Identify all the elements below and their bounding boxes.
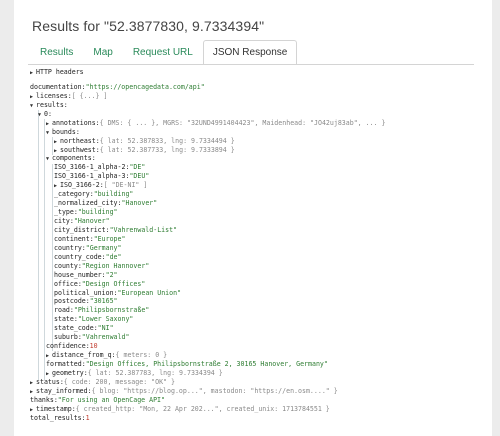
json-row-components[interactable]: ▼ components:: [30, 154, 488, 163]
json-row-component: office:"Design Offices": [54, 279, 146, 288]
json-row-result-0[interactable]: ▼ 0:: [30, 110, 488, 119]
tab-results[interactable]: Results: [30, 40, 83, 64]
json-row-component: ISO_3166-1_alpha-3:"DEU": [54, 172, 150, 181]
json-row-documentation: documentation:"https://opencagedata.com/…: [30, 82, 205, 91]
tab-request-url[interactable]: Request URL: [123, 40, 203, 64]
json-row-component: house_number:"2": [54, 270, 118, 279]
tab-json-response[interactable]: JSON Response: [202, 40, 298, 65]
json-row-component[interactable]: ▶ ISO_3166-2:[ "DE-NI" ]: [30, 181, 488, 190]
json-row-confidence: confidence:10: [46, 342, 98, 351]
json-row-southwest[interactable]: ▶ southwest:{ lat: 52.387733, lng: 9.7333…: [30, 146, 488, 155]
json-row-component: state:"Lower Saxony": [54, 315, 134, 324]
json-row-component: political_union:"European Union": [54, 288, 182, 297]
json-row-component: _normalized_city:"Hanover": [54, 199, 158, 208]
json-row-component: _type:"building": [54, 208, 118, 217]
json-row-geometry[interactable]: ▶ geometry:{ lat: 52.387783, lng: 9.73343…: [30, 369, 488, 378]
json-tree: ▶ HTTP headers documentation:"https://ope…: [30, 66, 488, 423]
json-row-component: ISO_3166-1_alpha-2:"DE": [54, 163, 146, 172]
json-row-component: country:"Germany": [54, 243, 122, 252]
json-row-component: road:"Philipsbornstraße": [54, 306, 150, 315]
json-row-component: state_code:"NI": [54, 324, 114, 333]
json-row-formatted: formatted:"Design Offices, Philipsbornst…: [46, 360, 328, 368]
json-row-thanks: thanks:"For using an OpenCage API": [30, 395, 165, 404]
tab-map[interactable]: Map: [83, 40, 122, 64]
json-row-component: city:"Hanover": [54, 217, 110, 225]
json-row-bounds[interactable]: ▼ bounds:: [30, 128, 488, 137]
json-row-results[interactable]: ▼ results:: [30, 101, 488, 110]
json-row-component: county:"Region Hannover": [54, 261, 150, 270]
tab-bar: Results Map Request URL JSON Response: [30, 40, 298, 65]
json-row-component: country_code:"de": [54, 252, 122, 261]
json-row-total-results: total_results:1: [30, 413, 90, 422]
json-row-distance[interactable]: ▶ distance_from_q:{ meters: 0 }: [30, 351, 488, 360]
json-row-component: _category:"building": [54, 190, 134, 199]
json-row-northeast[interactable]: ▶ northeast:{ lat: 52.387833, lng: 9.7334…: [30, 137, 488, 146]
results-card: Results for "52.3877830, 9.7334394" Resu…: [14, 0, 492, 436]
json-row-licenses[interactable]: ▶ licenses:[ {...} ]: [30, 92, 488, 101]
json-row-timestamp[interactable]: ▶ timestamp:{ created_http: "Mon, 22 Apr …: [30, 405, 488, 414]
json-row-annotations[interactable]: ▶ annotations:{ DMS: { ... }, MGRS: "32UN…: [30, 119, 488, 128]
json-row-status[interactable]: ▶ status:{ code: 200, message: "OK" }: [30, 378, 488, 387]
page-title: Results for "52.3877830, 9.7334394": [32, 18, 265, 34]
json-row-stay-informed[interactable]: ▶ stay_informed:{ blog: "https://blog.op.…: [30, 387, 488, 396]
tab-divider: [28, 64, 474, 65]
http-headers-toggle[interactable]: ▶ HTTP headers: [30, 68, 488, 77]
json-row-component: city_district:"Vahrenwald-List": [54, 225, 178, 234]
json-row-component: continent:"Europe": [54, 234, 126, 243]
json-row-component: postcode:"30165": [54, 297, 118, 306]
json-row-component: suburb:"Vahrenwald": [54, 333, 130, 342]
